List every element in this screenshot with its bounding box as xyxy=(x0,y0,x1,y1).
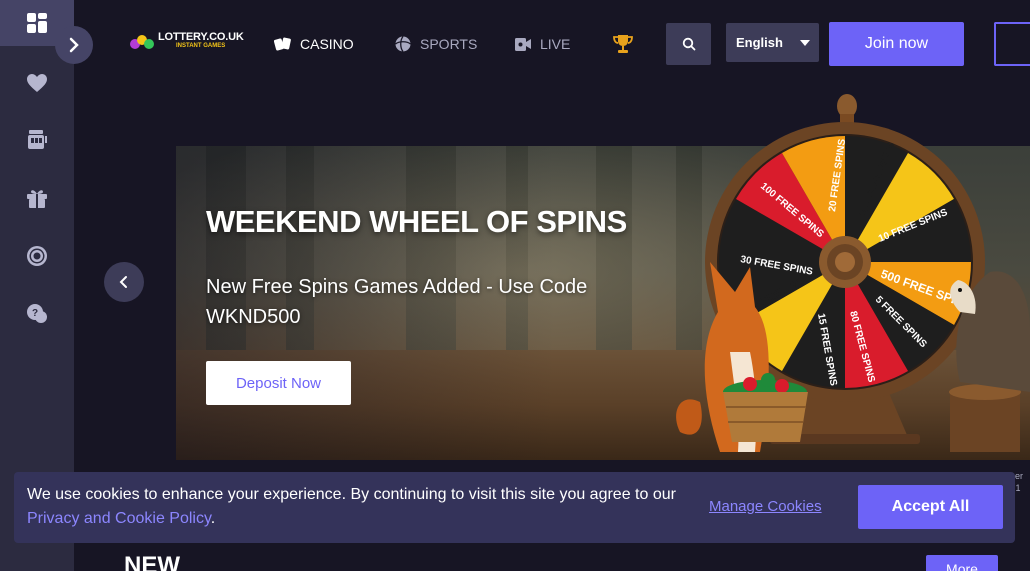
cookie-banner: We use cookies to enhance your experienc… xyxy=(14,472,1015,543)
ball-icon xyxy=(395,36,411,52)
nav-live-label: LIVE xyxy=(540,36,571,52)
manage-cookies-link[interactable]: Manage Cookies xyxy=(709,498,822,515)
svg-text:?: ? xyxy=(32,308,38,319)
more-button[interactable]: More xyxy=(926,555,998,571)
nav-sports[interactable]: SPORTS xyxy=(394,33,477,55)
nav-sports-label: SPORTS xyxy=(420,36,478,52)
slot-machine-icon xyxy=(28,130,47,149)
sidebar-item-promotions[interactable] xyxy=(0,175,74,221)
sidebar-item-slots[interactable] xyxy=(0,117,74,163)
nav-casino-label: CASINO xyxy=(300,36,354,52)
logo[interactable]: LOTTERY.CO.UK INSTANT GAMES xyxy=(130,31,244,51)
header: LOTTERY.CO.UK INSTANT GAMES CASINO SPORT… xyxy=(74,0,1030,88)
nav-tournaments[interactable] xyxy=(612,33,634,55)
logo-balls-icon xyxy=(130,33,156,51)
dashboard-icon xyxy=(27,13,47,33)
gift-icon xyxy=(27,190,47,208)
privacy-policy-link[interactable]: Privacy and Cookie Policy xyxy=(27,510,211,527)
cookie-message: We use cookies to enhance your experienc… xyxy=(27,483,677,531)
login-button[interactable] xyxy=(994,22,1030,66)
help-chat-icon: ? xyxy=(27,304,47,323)
hero-subtitle: New Free Spins Games Added - Use Code WK… xyxy=(206,276,588,328)
sidebar-item-help[interactable]: ? xyxy=(0,291,74,337)
hedgehog-illustration xyxy=(949,271,1030,452)
nav-live[interactable]: LIVE xyxy=(514,33,570,55)
join-now-button[interactable]: Join now xyxy=(829,22,964,66)
caret-down-icon xyxy=(800,40,810,46)
cookie-text-end: . xyxy=(210,510,216,527)
cards-icon xyxy=(274,37,291,51)
carousel-prev-button[interactable] xyxy=(104,262,144,302)
logo-text: LOTTERY.CO.UK xyxy=(158,31,244,43)
accept-all-button[interactable]: Accept All xyxy=(858,485,1003,529)
deposit-now-button[interactable]: Deposit Now xyxy=(206,361,351,405)
language-select[interactable]: English xyxy=(726,23,819,62)
heart-icon xyxy=(27,74,47,92)
chevron-left-icon xyxy=(119,276,127,288)
chevron-right-icon xyxy=(69,37,79,53)
search-button[interactable] xyxy=(666,23,711,65)
sidebar-item-favourites[interactable] xyxy=(0,60,74,106)
trophy-icon xyxy=(613,35,633,53)
language-value: English xyxy=(736,35,783,50)
logo-subtext: INSTANT GAMES xyxy=(176,43,226,49)
search-icon xyxy=(682,37,695,51)
hero-title: WEEKEND WHEEL OF SPINS xyxy=(206,204,627,239)
cookie-text: We use cookies to enhance your experienc… xyxy=(27,486,676,503)
nav-casino[interactable]: CASINO xyxy=(274,33,354,55)
sidebar-expand-button[interactable] xyxy=(55,26,93,64)
sidebar-item-support[interactable] xyxy=(0,233,74,279)
live-icon xyxy=(515,38,531,51)
prize-wheel-illustration: 20 FREE SPINS 300 FREE SPINS 10 FREE SPI… xyxy=(660,92,1030,452)
lifebuoy-icon xyxy=(27,246,47,266)
section-title-new: NEW xyxy=(124,552,180,571)
